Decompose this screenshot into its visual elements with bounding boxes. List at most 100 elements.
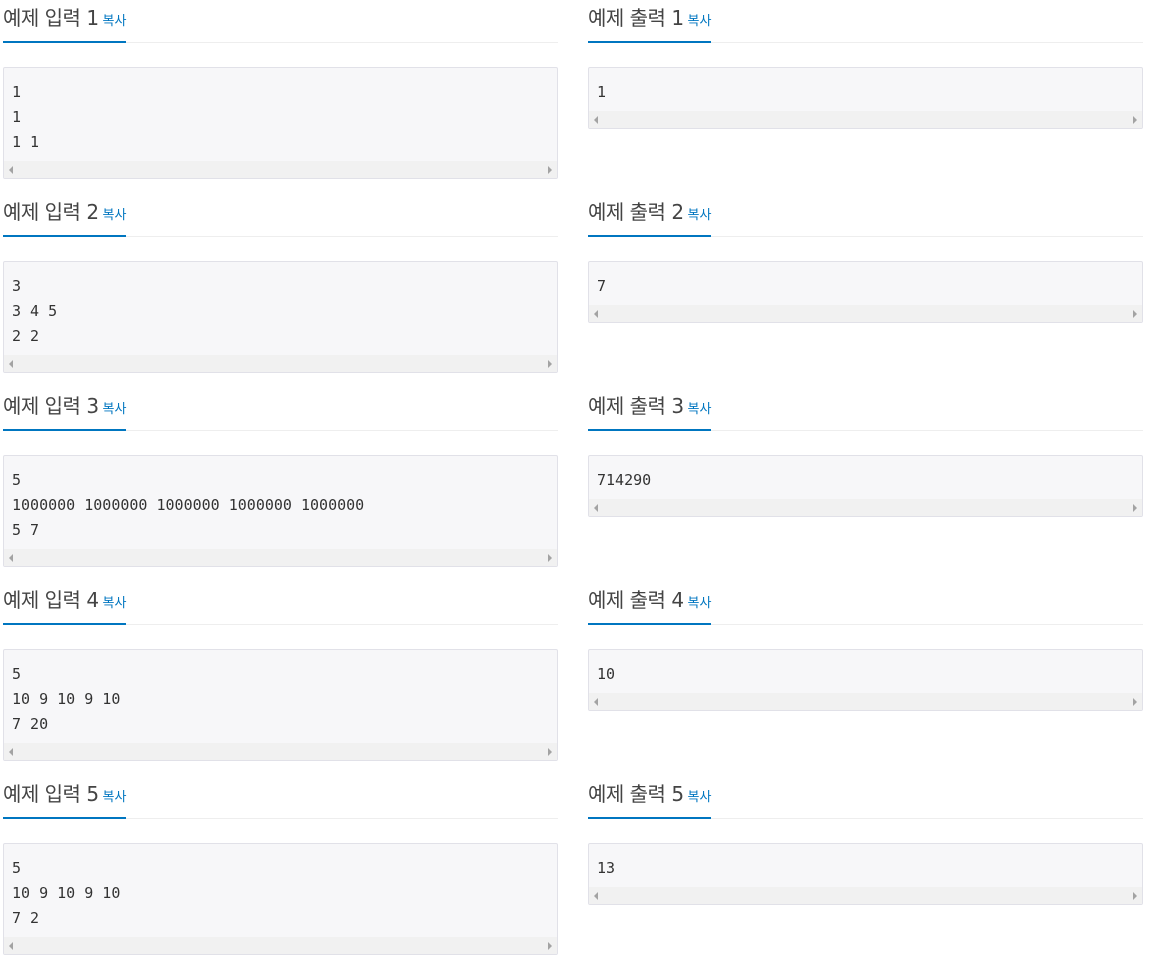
sample-input-box: 3 3 4 5 2 2 bbox=[3, 261, 558, 373]
sample-output-box: 1 bbox=[588, 67, 1143, 129]
sample-output-title: 예제 출력 2 bbox=[588, 200, 684, 224]
sample-input-title: 예제 입력 2 bbox=[3, 200, 99, 224]
sample-output-section: 예제 출력 4 복사 10 bbox=[588, 582, 1143, 711]
sample-output-box: 10 bbox=[588, 649, 1143, 711]
horizontal-scrollbar[interactable] bbox=[589, 693, 1142, 710]
sample-output-section: 예제 출력 2 복사 7 bbox=[588, 194, 1143, 323]
headline-underline: 예제 출력 2 복사 bbox=[588, 194, 712, 237]
copy-output-button[interactable]: 복사 bbox=[688, 10, 712, 29]
headline-underline: 예제 출력 5 복사 bbox=[588, 776, 712, 819]
copy-output-button[interactable]: 복사 bbox=[688, 786, 712, 805]
scroll-left-arrow-icon[interactable] bbox=[594, 310, 598, 318]
sample-input-section: 예제 입력 2 복사 3 3 4 5 2 2 bbox=[3, 194, 558, 373]
sample-output-section: 예제 출력 1 복사 1 bbox=[588, 0, 1143, 129]
copy-output-button[interactable]: 복사 bbox=[688, 592, 712, 611]
sample-output-section: 예제 출력 3 복사 714290 bbox=[588, 388, 1143, 517]
scroll-left-arrow-icon[interactable] bbox=[9, 748, 13, 756]
headline-underline: 예제 입력 4 복사 bbox=[3, 582, 127, 625]
sample-output-title: 예제 출력 5 bbox=[588, 782, 684, 806]
sample-input-section: 예제 입력 5 복사 5 10 9 10 9 10 7 2 bbox=[3, 776, 558, 955]
horizontal-scrollbar[interactable] bbox=[4, 161, 557, 178]
horizontal-scrollbar[interactable] bbox=[4, 549, 557, 566]
section-headline: 예제 출력 3 복사 bbox=[588, 388, 1143, 431]
horizontal-scrollbar[interactable] bbox=[4, 743, 557, 760]
copy-input-button[interactable]: 복사 bbox=[103, 592, 127, 611]
copy-input-button[interactable]: 복사 bbox=[103, 204, 127, 223]
section-headline: 예제 출력 5 복사 bbox=[588, 776, 1143, 819]
sample-input-text[interactable]: 5 10 9 10 9 10 7 2 bbox=[4, 844, 557, 937]
sample-row: 예제 입력 1 복사 1 1 1 1 예제 출력 1 복사 1 bbox=[3, 0, 1143, 194]
copy-output-button[interactable]: 복사 bbox=[688, 204, 712, 223]
sample-output-text[interactable]: 10 bbox=[589, 650, 1142, 693]
copy-input-button[interactable]: 복사 bbox=[103, 398, 127, 417]
sample-input-section: 예제 입력 4 복사 5 10 9 10 9 10 7 20 bbox=[3, 582, 558, 761]
sample-output-section: 예제 출력 5 복사 13 bbox=[588, 776, 1143, 905]
scroll-right-arrow-icon[interactable] bbox=[1133, 310, 1137, 318]
scroll-left-arrow-icon[interactable] bbox=[594, 504, 598, 512]
sample-input-title: 예제 입력 4 bbox=[3, 588, 99, 612]
scroll-right-arrow-icon[interactable] bbox=[548, 554, 552, 562]
section-headline: 예제 입력 1 복사 bbox=[3, 0, 558, 43]
sample-input-box: 5 10 9 10 9 10 7 2 bbox=[3, 843, 558, 955]
sample-output-box: 714290 bbox=[588, 455, 1143, 517]
scroll-right-arrow-icon[interactable] bbox=[548, 360, 552, 368]
sample-output-title: 예제 출력 1 bbox=[588, 6, 684, 30]
sample-input-text[interactable]: 1 1 1 1 bbox=[4, 68, 557, 161]
scroll-right-arrow-icon[interactable] bbox=[1133, 698, 1137, 706]
headline-underline: 예제 입력 5 복사 bbox=[3, 776, 127, 819]
copy-output-button[interactable]: 복사 bbox=[688, 398, 712, 417]
horizontal-scrollbar[interactable] bbox=[589, 305, 1142, 322]
sample-output-text[interactable]: 13 bbox=[589, 844, 1142, 887]
sample-input-title: 예제 입력 1 bbox=[3, 6, 99, 30]
headline-underline: 예제 출력 4 복사 bbox=[588, 582, 712, 625]
sample-input-box: 1 1 1 1 bbox=[3, 67, 558, 179]
sample-input-box: 5 1000000 1000000 1000000 1000000 100000… bbox=[3, 455, 558, 567]
section-headline: 예제 출력 1 복사 bbox=[588, 0, 1143, 43]
headline-underline: 예제 입력 2 복사 bbox=[3, 194, 127, 237]
scroll-left-arrow-icon[interactable] bbox=[594, 698, 598, 706]
sample-output-text[interactable]: 714290 bbox=[589, 456, 1142, 499]
sample-output-title: 예제 출력 3 bbox=[588, 394, 684, 418]
scroll-left-arrow-icon[interactable] bbox=[9, 942, 13, 950]
horizontal-scrollbar[interactable] bbox=[589, 499, 1142, 516]
scroll-right-arrow-icon[interactable] bbox=[1133, 116, 1137, 124]
sample-input-text[interactable]: 5 1000000 1000000 1000000 1000000 100000… bbox=[4, 456, 557, 549]
section-headline: 예제 입력 3 복사 bbox=[3, 388, 558, 431]
scroll-left-arrow-icon[interactable] bbox=[9, 360, 13, 368]
sample-input-title: 예제 입력 3 bbox=[3, 394, 99, 418]
scroll-left-arrow-icon[interactable] bbox=[9, 166, 13, 174]
horizontal-scrollbar[interactable] bbox=[589, 887, 1142, 904]
scroll-right-arrow-icon[interactable] bbox=[548, 748, 552, 756]
scroll-right-arrow-icon[interactable] bbox=[548, 942, 552, 950]
horizontal-scrollbar[interactable] bbox=[4, 937, 557, 954]
headline-underline: 예제 입력 1 복사 bbox=[3, 0, 127, 43]
copy-input-button[interactable]: 복사 bbox=[103, 786, 127, 805]
sample-output-box: 7 bbox=[588, 261, 1143, 323]
scroll-left-arrow-icon[interactable] bbox=[9, 554, 13, 562]
scroll-left-arrow-icon[interactable] bbox=[594, 892, 598, 900]
scroll-right-arrow-icon[interactable] bbox=[1133, 504, 1137, 512]
copy-input-button[interactable]: 복사 bbox=[103, 10, 127, 29]
sample-row: 예제 입력 5 복사 5 10 9 10 9 10 7 2 예제 출력 5 복사 13 bbox=[3, 776, 1143, 970]
horizontal-scrollbar[interactable] bbox=[4, 355, 557, 372]
scroll-right-arrow-icon[interactable] bbox=[548, 166, 552, 174]
sample-output-box: 13 bbox=[588, 843, 1143, 905]
sample-input-text[interactable]: 3 3 4 5 2 2 bbox=[4, 262, 557, 355]
sample-input-text[interactable]: 5 10 9 10 9 10 7 20 bbox=[4, 650, 557, 743]
headline-underline: 예제 입력 3 복사 bbox=[3, 388, 127, 431]
section-headline: 예제 입력 5 복사 bbox=[3, 776, 558, 819]
sample-row: 예제 입력 3 복사 5 1000000 1000000 1000000 10000… bbox=[3, 388, 1143, 582]
sample-output-text[interactable]: 7 bbox=[589, 262, 1142, 305]
horizontal-scrollbar[interactable] bbox=[589, 111, 1142, 128]
scroll-right-arrow-icon[interactable] bbox=[1133, 892, 1137, 900]
sample-input-section: 예제 입력 3 복사 5 1000000 1000000 1000000 10000… bbox=[3, 388, 558, 567]
sample-row: 예제 입력 4 복사 5 10 9 10 9 10 7 20 예제 출력 4 복사 10 bbox=[3, 582, 1143, 776]
sample-output-text[interactable]: 1 bbox=[589, 68, 1142, 111]
scroll-left-arrow-icon[interactable] bbox=[594, 116, 598, 124]
sample-input-title: 예제 입력 5 bbox=[3, 782, 99, 806]
section-headline: 예제 출력 4 복사 bbox=[588, 582, 1143, 625]
section-headline: 예제 입력 4 복사 bbox=[3, 582, 558, 625]
sample-output-title: 예제 출력 4 bbox=[588, 588, 684, 612]
section-headline: 예제 입력 2 복사 bbox=[3, 194, 558, 237]
sample-input-box: 5 10 9 10 9 10 7 20 bbox=[3, 649, 558, 761]
